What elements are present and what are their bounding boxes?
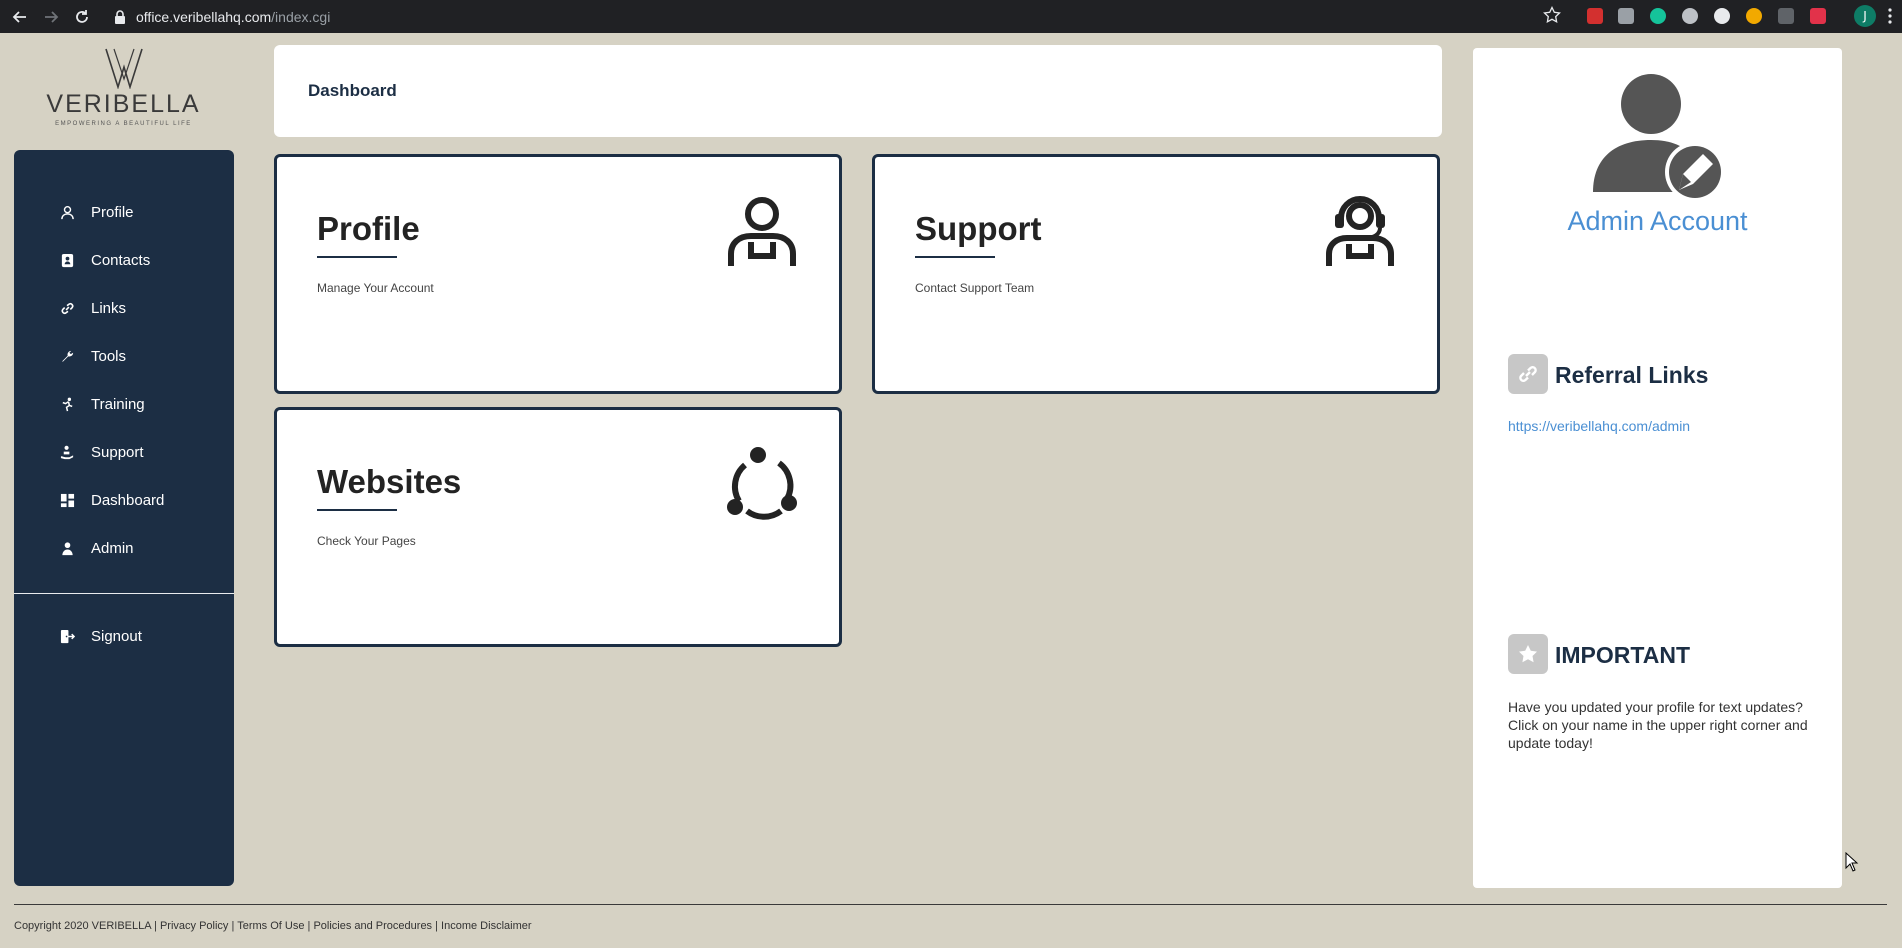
logo-mark-icon (104, 48, 143, 89)
dashboard-icon (60, 493, 75, 507)
policies-procedures-link[interactable]: Policies and Procedures (313, 920, 432, 932)
signout-icon (60, 629, 75, 643)
account-panel: Admin Account Referral Links https://ver… (1473, 48, 1842, 888)
tile-description: Contact Support Team (915, 281, 1035, 295)
sidebar-item-contacts[interactable]: Contacts (60, 248, 150, 272)
brand-logo[interactable]: VERIBELLA EMPOWERING A BEAUTIFUL LIFE (14, 47, 233, 135)
income-disclaimer-link[interactable]: Income Disclaimer (441, 920, 531, 932)
logo-tagline: EMPOWERING A BEAUTIFUL LIFE (55, 121, 192, 127)
sidebar-divider (14, 593, 234, 594)
runner-icon (62, 397, 73, 411)
profile-avatar[interactable]: J (1854, 5, 1876, 27)
important-title: IMPORTANT (1555, 642, 1691, 668)
logo-wordmark: VERIBELLA (46, 90, 201, 118)
tile-support[interactable]: Support Contact Support Team (872, 154, 1440, 394)
sidebar-item-label: Admin (91, 539, 134, 557)
tile-profile[interactable]: Profile Manage Your Account (274, 154, 842, 394)
menu-kebab-icon[interactable] (1888, 8, 1892, 24)
tool-icon[interactable] (1810, 8, 1826, 24)
camera-icon[interactable] (1618, 8, 1634, 24)
privacy-policy-link[interactable]: Privacy Policy (160, 920, 228, 932)
forward-icon[interactable] (40, 6, 62, 28)
tile-description: Manage Your Account (317, 281, 434, 295)
tile-underline (915, 256, 995, 258)
sidebar-item-label: Training (91, 395, 145, 413)
sidebar-item-label: Contacts (91, 251, 151, 269)
sidebar-item-admin[interactable]: Admin (60, 536, 134, 560)
browser-toolbar: office.veribellahq.com/index.cgi J (0, 0, 1902, 33)
headset-agent-icon (1326, 196, 1394, 266)
reload-icon[interactable] (71, 6, 93, 28)
sidebar-item-label: Support (91, 443, 144, 461)
support-icon (60, 445, 74, 459)
grammarly-icon[interactable] (1650, 8, 1666, 24)
sidebar-item-label: Dashboard (91, 491, 165, 509)
pen-icon[interactable] (1714, 8, 1730, 24)
sidebar-item-profile[interactable]: Profile (60, 200, 134, 224)
user-outline-icon (728, 197, 796, 266)
tile-title: Support (915, 210, 1042, 247)
page-title: Dashboard (308, 81, 397, 100)
link-icon (61, 302, 74, 314)
mouse-cursor-icon (1845, 852, 1859, 872)
address-book-icon (61, 253, 74, 267)
account-name-link[interactable]: Admin Account (1473, 206, 1842, 237)
referral-link[interactable]: https://veribellahq.com/admin (1508, 418, 1690, 434)
tile-underline (317, 509, 397, 511)
sidebar-item-label: Profile (91, 203, 134, 221)
footer-divider (14, 904, 1887, 905)
chrome-icon[interactable] (1746, 8, 1762, 24)
wrench-icon (62, 350, 74, 362)
tile-title: Websites (317, 463, 462, 500)
important-section-icon (1508, 634, 1548, 674)
network-cycle-icon (727, 447, 797, 520)
lock-icon (115, 9, 125, 24)
important-message: Have you updated your profile for text u… (1508, 699, 1808, 751)
sidebar-item-tools[interactable]: Tools (60, 344, 126, 368)
sidebar-item-signout[interactable]: Signout (60, 624, 142, 648)
admin-icon (62, 541, 73, 555)
url-text: office.veribellahq.com/index.cgi (136, 8, 331, 25)
back-icon[interactable] (9, 6, 31, 28)
tile-underline (317, 256, 397, 258)
star-icon (1519, 645, 1537, 663)
referral-links-title: Referral Links (1555, 362, 1709, 388)
sidebar-item-links[interactable]: Links (60, 296, 126, 320)
tile-websites[interactable]: Websites Check Your Pages (274, 407, 842, 647)
sidebar: Profile Contacts Links Tools Training Su… (14, 150, 234, 886)
adblock-icon[interactable] (1587, 8, 1603, 24)
code-icon[interactable] (1778, 8, 1794, 24)
terms-of-use-link[interactable]: Terms Of Use (237, 920, 304, 932)
sidebar-item-training[interactable]: Training (60, 392, 145, 416)
user-icon (61, 205, 74, 219)
page-header: Dashboard (274, 45, 1442, 137)
link-icon (1519, 366, 1537, 382)
admin-avatar-icon[interactable] (1583, 72, 1733, 204)
extension-icon[interactable] (1682, 8, 1698, 24)
sidebar-item-label: Signout (91, 627, 142, 645)
copyright-text: Copyright 2020 VERIBELLA (14, 920, 151, 932)
sidebar-item-support[interactable]: Support (60, 440, 144, 464)
sidebar-item-dashboard[interactable]: Dashboard (60, 488, 164, 512)
tile-description: Check Your Pages (317, 534, 416, 548)
bookmark-star-icon[interactable] (1543, 6, 1561, 24)
referral-section-icon (1508, 354, 1548, 394)
footer: Copyright 2020 VERIBELLA | Privacy Polic… (14, 920, 532, 932)
tile-title: Profile (317, 210, 420, 247)
sidebar-item-label: Links (91, 299, 127, 317)
address-bar[interactable]: office.veribellahq.com/index.cgi (106, 4, 1582, 29)
sidebar-item-label: Tools (91, 347, 127, 365)
